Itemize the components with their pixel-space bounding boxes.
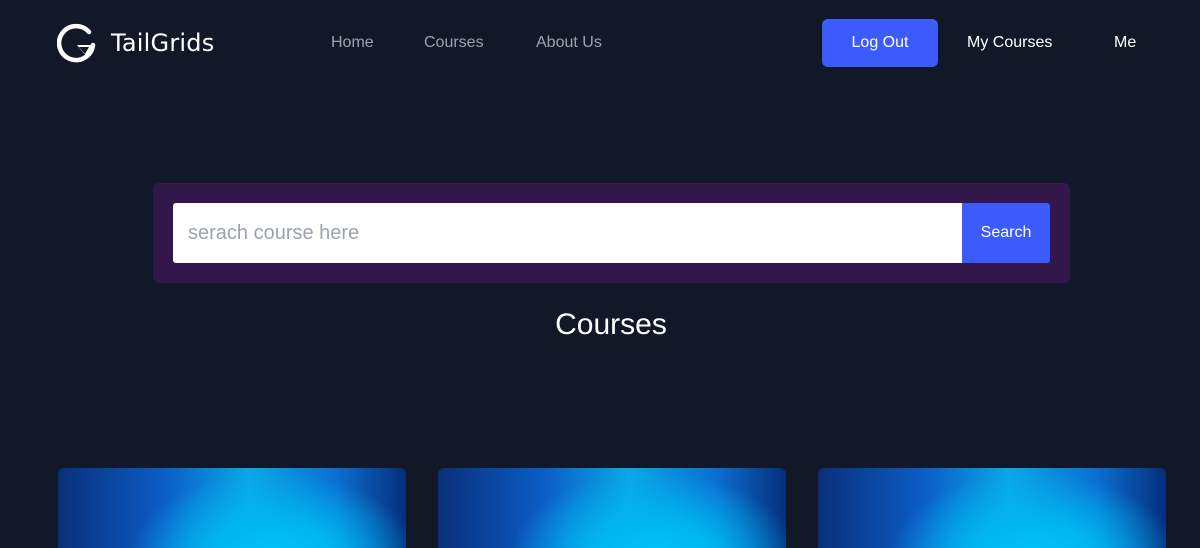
nav-link-home[interactable]: Home (331, 33, 374, 53)
course-card-image[interactable] (818, 468, 1166, 548)
courses-heading: Courses (555, 308, 667, 341)
search-panel: Search (153, 183, 1070, 283)
me-link[interactable]: Me (1114, 33, 1136, 53)
search-button[interactable]: Search (962, 203, 1050, 263)
brand-logo[interactable]: TailGrids (57, 23, 214, 63)
navbar: TailGrids Home Courses About Us Log Out … (0, 0, 1200, 88)
search-input[interactable] (173, 203, 963, 263)
my-courses-link[interactable]: My Courses (967, 33, 1052, 53)
nav-link-courses[interactable]: Courses (424, 33, 484, 53)
nav-link-about-us[interactable]: About Us (536, 33, 602, 53)
course-card-image[interactable] (438, 468, 786, 548)
logout-button[interactable]: Log Out (822, 19, 938, 67)
brand-name: TailGrids (111, 29, 215, 57)
course-card-image[interactable] (58, 468, 406, 548)
logo-icon (57, 23, 96, 63)
